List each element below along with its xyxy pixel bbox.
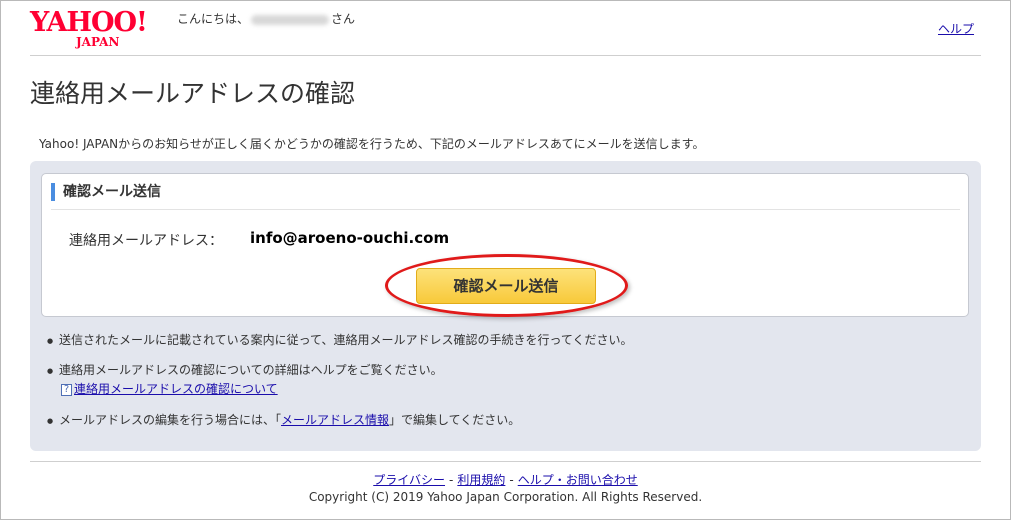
separator: - (449, 473, 454, 487)
intro-text: Yahoo! JAPANからのお知らせが正しく届くかどうかの確認を行うため、下記… (39, 137, 705, 151)
help-question-icon: ? (61, 383, 72, 396)
card-divider (51, 209, 960, 210)
yahoo-japan-logo[interactable]: YAHOO! JAPAN (30, 7, 170, 50)
help-contact-link[interactable]: ヘルプ・お問い合わせ (518, 473, 638, 487)
help-link[interactable]: ヘルプ (938, 20, 974, 37)
list-item: ● 連絡用メールアドレスの確認についての詳細はヘルプをご覧ください。 (47, 361, 443, 378)
note-text-suffix: 」で編集してください。 (389, 413, 521, 427)
logo-subtitle: JAPAN (76, 35, 120, 49)
greeting-suffix: さん (331, 12, 356, 26)
email-address-info-link[interactable]: メールアドレス情報 (281, 413, 389, 427)
footer-divider (30, 461, 981, 462)
send-confirmation-card: 確認メール送信 連絡用メールアドレス： info@aroeno-ouchi.co… (41, 173, 969, 317)
header-divider (30, 55, 981, 56)
email-value: info@aroeno-ouchi.com (250, 229, 450, 247)
content-panel: 確認メール送信 連絡用メールアドレス： info@aroeno-ouchi.co… (30, 161, 981, 451)
separator: - (509, 473, 514, 487)
blurred-username (251, 14, 330, 25)
terms-link[interactable]: 利用規約 (457, 473, 505, 487)
email-confirmation-help-link[interactable]: 連絡用メールアドレスの確認について (74, 382, 278, 396)
note-text-prefix: メールアドレスの編集を行う場合には、「 (59, 413, 282, 427)
send-confirmation-button[interactable]: 確認メール送信 (416, 268, 596, 304)
note-text: 連絡用メールアドレスの確認についての詳細はヘルプをご覧ください。 (59, 363, 443, 377)
footer-links: プライバシー - 利用規約 - ヘルプ・お問い合わせ (0, 471, 1011, 488)
greeting-prefix: こんにちは、 (177, 12, 250, 26)
copyright: Copyright (C) 2019 Yahoo Japan Corporati… (308, 490, 703, 504)
bullet: ● (47, 416, 54, 425)
bullet: ● (47, 336, 54, 345)
bullet: ● (47, 366, 54, 375)
page-title: 連絡用メールアドレスの確認 (30, 79, 356, 108)
logo-wordmark: YAHOO! (30, 7, 148, 38)
help-link-row: ? 連絡用メールアドレスの確認について (61, 380, 278, 397)
card-heading: 確認メール送信 (51, 183, 161, 201)
privacy-link[interactable]: プライバシー (373, 473, 445, 487)
user-greeting: こんにちは、 さん (177, 10, 355, 27)
list-item: ● 送信されたメールに記載されている案内に従って、連絡用メールアドレス確認の手続き… (47, 331, 632, 348)
email-label: 連絡用メールアドレス： (69, 233, 223, 249)
note-text: 送信されたメールに記載されている案内に従って、連絡用メールアドレス確認の手続きを… (59, 333, 633, 347)
list-item: ● メールアドレスの編集を行う場合には、「メールアドレス情報」で編集してください。 (47, 411, 520, 428)
